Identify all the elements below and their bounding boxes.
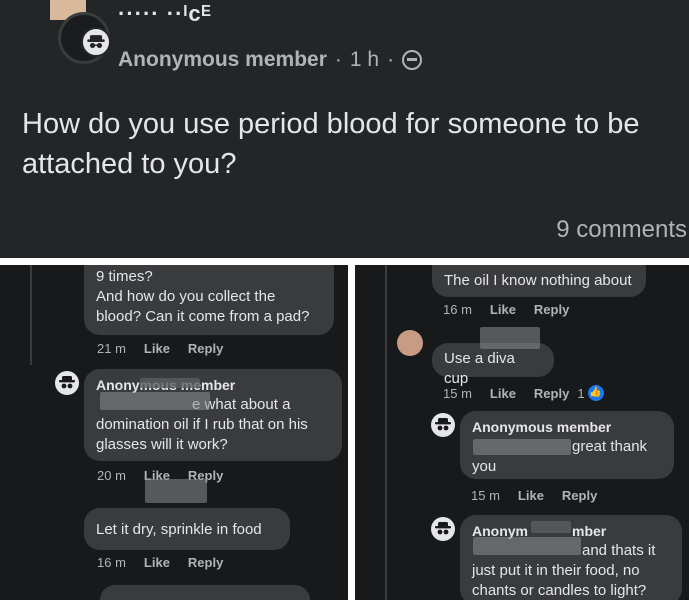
comment-line: Use a diva cup bbox=[444, 350, 515, 387]
comments-panel-right: The oil I know nothing about 16 m Like R… bbox=[355, 265, 689, 600]
group-avatar[interactable] bbox=[58, 12, 111, 64]
redacted-name bbox=[480, 327, 540, 349]
reply-button[interactable]: Reply bbox=[188, 341, 223, 356]
comment-time[interactable]: 15 m bbox=[443, 386, 472, 401]
redacted-text bbox=[100, 392, 210, 410]
anonymous-icon[interactable] bbox=[55, 371, 79, 395]
comment-actions: 21 m Like Reply bbox=[97, 341, 223, 356]
thread-line bbox=[385, 265, 387, 600]
separator: · bbox=[387, 48, 395, 71]
redacted-name bbox=[140, 378, 200, 388]
reply-button[interactable]: Reply bbox=[188, 555, 223, 570]
comment-line-text: and thats it bbox=[582, 542, 656, 559]
post-card: ····· ··ᴵᴄᴱ Anonymous member · 1 h · How… bbox=[0, 0, 689, 258]
comments-panel-left: 9 times? And how do you collect the bloo… bbox=[0, 265, 348, 600]
comment-bubble: The oil I know nothing about bbox=[432, 265, 646, 297]
comment-actions: 16 m Like Reply bbox=[97, 555, 223, 570]
commenter-avatar[interactable] bbox=[397, 330, 423, 356]
comment-line: The oil I know nothing about bbox=[444, 272, 632, 289]
comment-time[interactable]: 20 m bbox=[97, 468, 126, 483]
comment-line: domination oil if I rub that on his bbox=[96, 416, 308, 433]
comment-bubble: Anonym mber and thats it just put it in t… bbox=[460, 515, 682, 600]
comment-line: glasses will it work? bbox=[96, 436, 228, 453]
redacted-text bbox=[473, 537, 581, 555]
post-author[interactable]: Anonymous member bbox=[118, 48, 327, 72]
comment-line: blood? Can it come from a pad? bbox=[96, 308, 310, 325]
comment-line: And how do you collect the bbox=[96, 288, 276, 305]
comment-actions: 15 m Like Reply bbox=[471, 488, 597, 503]
thread-line bbox=[30, 265, 32, 365]
comment-line: you bbox=[472, 458, 497, 475]
anonymous-icon[interactable] bbox=[431, 517, 455, 541]
anonymous-icon[interactable] bbox=[431, 413, 455, 437]
reaction-count[interactable]: 1 👍 bbox=[577, 385, 604, 401]
comment-count[interactable]: 9 comments bbox=[556, 216, 687, 244]
like-reaction-icon: 👍 bbox=[587, 385, 604, 401]
post-text: How do you use period blood for someone … bbox=[22, 108, 640, 180]
like-button[interactable]: Like bbox=[144, 555, 170, 570]
reply-button[interactable]: Reply bbox=[534, 302, 569, 317]
comment-time[interactable]: 21 m bbox=[97, 341, 126, 356]
comment-actions: 15 m Like Reply 1 👍 bbox=[443, 385, 604, 401]
commenter-name[interactable]: Anonymous member bbox=[472, 417, 662, 437]
reply-button[interactable]: Reply bbox=[562, 488, 597, 503]
globe-icon bbox=[402, 50, 423, 70]
redacted-name bbox=[531, 521, 571, 533]
like-button[interactable]: Like bbox=[490, 386, 516, 401]
like-button[interactable]: Like bbox=[144, 341, 170, 356]
comment-time[interactable]: 15 m bbox=[471, 488, 500, 503]
like-button[interactable]: Like bbox=[490, 302, 516, 317]
group-name[interactable]: ····· ··ᴵᴄᴱ bbox=[118, 2, 212, 26]
anonymous-icon bbox=[81, 27, 111, 57]
comment-bubble bbox=[100, 585, 310, 600]
reply-button[interactable]: Reply bbox=[534, 386, 569, 401]
like-button[interactable]: Like bbox=[518, 488, 544, 503]
post-meta: Anonymous member · 1 h · bbox=[118, 48, 423, 72]
post-time[interactable]: 1 h bbox=[350, 48, 379, 72]
comment-actions: 16 m Like Reply bbox=[443, 302, 569, 317]
comment-bubble: Anonymous member e what about a dominati… bbox=[84, 369, 342, 461]
reaction-number: 1 bbox=[577, 385, 585, 401]
redacted-overlay bbox=[145, 479, 207, 503]
redacted-text bbox=[473, 439, 571, 455]
comment-time[interactable]: 16 m bbox=[443, 302, 472, 317]
comment-line: 9 times? bbox=[96, 268, 153, 285]
separator: · bbox=[334, 48, 342, 71]
comment-time[interactable]: 16 m bbox=[97, 555, 126, 570]
comment-line-text: great thank bbox=[572, 438, 648, 455]
comment-line: chants or candles to light? bbox=[472, 582, 647, 599]
comment-bubble: 9 times? And how do you collect the bloo… bbox=[84, 265, 334, 335]
comment-line: just put it in their food, no bbox=[472, 562, 640, 579]
comment-bubble: Let it dry, sprinkle in food bbox=[84, 508, 290, 550]
comment-line: Let it dry, sprinkle in food bbox=[96, 521, 262, 538]
